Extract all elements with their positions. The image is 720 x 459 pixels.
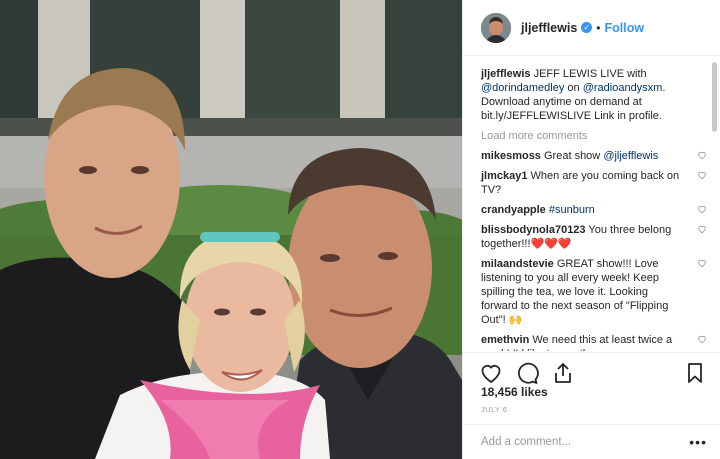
- comment-like-heart-icon[interactable]: [697, 224, 707, 234]
- comment-username[interactable]: crandyapple: [481, 204, 546, 216]
- comment-item: crandyapple #sunburn: [481, 203, 706, 217]
- comment-like-heart-icon[interactable]: [697, 150, 707, 160]
- author-avatar[interactable]: [481, 12, 511, 43]
- comment-item: jlmckay1 When are you coming back on TV?: [481, 169, 706, 197]
- post-photo[interactable]: [0, 0, 462, 459]
- comment-item: milaandstevie GREAT show!!! Love listeni…: [481, 257, 706, 327]
- comment-username[interactable]: milaandstevie: [481, 258, 554, 270]
- caption-mention-1[interactable]: @dorindamedley: [481, 82, 564, 94]
- follow-button[interactable]: Follow: [604, 21, 644, 35]
- post-sidebar: jljefflewis ✓ • Follow jljefflewis JEFF …: [462, 0, 720, 459]
- load-more-comments-link[interactable]: Load more comments: [481, 129, 695, 143]
- comment-hashtag[interactable]: #sunburn: [549, 204, 595, 216]
- post-actions-bar: [463, 352, 720, 386]
- avatar-image: [481, 12, 511, 43]
- comments-scrollbar[interactable]: [712, 62, 717, 132]
- comment-item: blissbodynola70123 You three belong toge…: [481, 223, 706, 251]
- heart-icon[interactable]: [479, 361, 503, 385]
- post-caption: jljefflewis JEFF LEWIS LIVE with @dorind…: [481, 67, 695, 123]
- comment-icon[interactable]: [515, 361, 539, 385]
- caption-username[interactable]: jljefflewis: [481, 68, 531, 80]
- caption-mention-2[interactable]: @radioandysxm: [583, 82, 663, 94]
- comment-username[interactable]: mikesmoss: [481, 150, 541, 162]
- instagram-post: jljefflewis ✓ • Follow jljefflewis JEFF …: [0, 0, 720, 459]
- photo-illustration: [0, 0, 462, 459]
- caption-text-2: on: [567, 82, 580, 94]
- comment-username[interactable]: blissbodynola70123: [481, 224, 586, 236]
- post-date: JULY 6: [481, 405, 508, 414]
- bookmark-icon[interactable]: [683, 361, 707, 385]
- comment-mention[interactable]: @jljefflewis: [603, 150, 658, 162]
- comment-like-heart-icon[interactable]: [697, 334, 707, 344]
- comments-list[interactable]: jljefflewis JEFF LEWIS LIVE with @dorind…: [463, 57, 720, 351]
- more-options-icon[interactable]: •••: [689, 434, 707, 450]
- author-username[interactable]: jljefflewis: [521, 21, 577, 35]
- likes-count[interactable]: 18,456 likes: [481, 385, 548, 399]
- comment-username[interactable]: jlmckay1: [481, 170, 527, 182]
- post-header: jljefflewis ✓ • Follow: [463, 0, 720, 56]
- comment-like-heart-icon[interactable]: [697, 258, 707, 268]
- comment-like-heart-icon[interactable]: [697, 204, 707, 214]
- add-comment-bar: •••: [463, 424, 720, 459]
- header-separator: •: [596, 20, 601, 35]
- comment-text: Great show: [544, 150, 601, 162]
- comment-item: emethvin We need this at least twice a w…: [481, 333, 706, 351]
- share-icon[interactable]: [551, 361, 575, 385]
- caption-text-1: JEFF LEWIS LIVE with: [533, 68, 647, 80]
- comment-username[interactable]: emethvin: [481, 334, 529, 346]
- add-comment-input[interactable]: [481, 436, 690, 448]
- comment-item: mikesmoss Great show @jljefflewis: [481, 149, 706, 163]
- verified-badge-icon: ✓: [581, 22, 593, 33]
- comment-like-heart-icon[interactable]: [697, 170, 707, 180]
